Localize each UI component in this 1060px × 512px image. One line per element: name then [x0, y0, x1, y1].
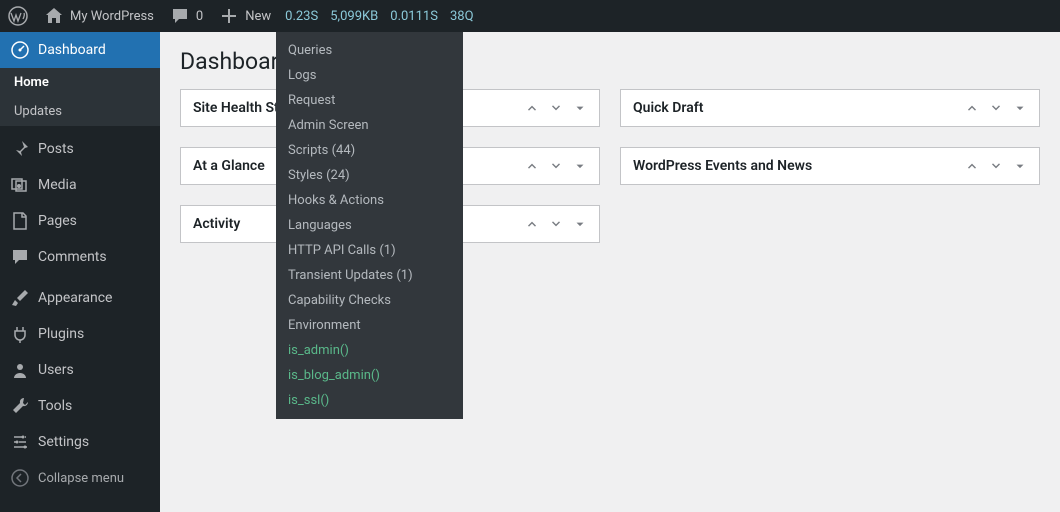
dropdown-item-hooks[interactable]: Hooks & Actions [276, 188, 463, 213]
admin-sidebar: Dashboard Home Updates Posts Media Pages… [0, 32, 160, 512]
sidebar-item-pages[interactable]: Pages [0, 203, 160, 239]
collapse-menu[interactable]: Collapse menu [0, 460, 160, 496]
sidebar-item-media[interactable]: Media [0, 167, 160, 203]
chevron-down-icon[interactable] [549, 101, 563, 115]
dropdown-item-is-admin[interactable]: is_admin() [276, 338, 463, 363]
widget-title: At a Glance [193, 158, 265, 174]
sidebar-item-comments[interactable]: Comments [0, 239, 160, 275]
site-name: My WordPress [70, 9, 154, 24]
chevron-up-icon[interactable] [525, 101, 539, 115]
widget-title: Quick Draft [633, 100, 703, 116]
caret-down-icon[interactable] [573, 101, 587, 115]
settings-icon [10, 432, 30, 452]
wrench-icon [10, 396, 30, 416]
dropdown-item-scripts[interactable]: Scripts (44) [276, 138, 463, 163]
chevron-down-icon[interactable] [549, 159, 563, 173]
dashboard-icon [10, 40, 30, 60]
stat-time[interactable]: 0.23S [279, 9, 324, 24]
widget-events: WordPress Events and News [620, 147, 1040, 185]
sidebar-item-posts[interactable]: Posts [0, 131, 160, 167]
sidebar-item-users[interactable]: Users [0, 352, 160, 388]
dropdown-item-is-ssl[interactable]: is_ssl() [276, 388, 463, 413]
wp-logo[interactable] [0, 0, 36, 32]
caret-down-icon[interactable] [573, 217, 587, 231]
comment-icon [10, 247, 30, 267]
dropdown-item-environment[interactable]: Environment [276, 313, 463, 338]
chevron-down-icon[interactable] [989, 101, 1003, 115]
chevron-up-icon[interactable] [965, 159, 979, 173]
dropdown-item-capability[interactable]: Capability Checks [276, 288, 463, 313]
sidebar-item-tools[interactable]: Tools [0, 388, 160, 424]
sidebar-item-dashboard[interactable]: Dashboard [0, 32, 160, 68]
chevron-up-icon[interactable] [965, 101, 979, 115]
stat-queries[interactable]: 38Q [444, 9, 480, 24]
chevron-down-icon[interactable] [549, 217, 563, 231]
chevron-up-icon[interactable] [525, 217, 539, 231]
plugin-icon [10, 324, 30, 344]
collapse-icon [10, 468, 30, 488]
dropdown-item-http[interactable]: HTTP API Calls (1) [276, 238, 463, 263]
site-link[interactable]: My WordPress [36, 0, 162, 32]
dropdown-item-is-blog-admin[interactable]: is_blog_admin() [276, 363, 463, 388]
caret-down-icon[interactable] [573, 159, 587, 173]
dropdown-item-queries[interactable]: Queries [276, 38, 463, 63]
dropdown-item-logs[interactable]: Logs [276, 63, 463, 88]
dropdown-item-request[interactable]: Request [276, 88, 463, 113]
brush-icon [10, 288, 30, 308]
dropdown-item-transient[interactable]: Transient Updates (1) [276, 263, 463, 288]
caret-down-icon[interactable] [1013, 159, 1027, 173]
sidebar-sub-updates[interactable]: Updates [0, 97, 160, 126]
sidebar-item-plugins[interactable]: Plugins [0, 316, 160, 352]
dropdown-item-admin-screen[interactable]: Admin Screen [276, 113, 463, 138]
widget-title: Activity [193, 216, 240, 232]
new-content[interactable]: New [211, 0, 279, 32]
dropdown-item-styles[interactable]: Styles (24) [276, 163, 463, 188]
comments-count: 0 [196, 9, 203, 24]
widget-title: WordPress Events and News [633, 158, 812, 174]
sidebar-item-settings[interactable]: Settings [0, 424, 160, 460]
sidebar-sub-home[interactable]: Home [0, 68, 160, 97]
chevron-up-icon[interactable] [525, 159, 539, 173]
new-label: New [245, 9, 271, 24]
chevron-down-icon[interactable] [989, 159, 1003, 173]
widget-quick-draft: Quick Draft [620, 89, 1040, 127]
admin-topbar: My WordPress 0 New 0.23S 5,099KB 0.0111S… [0, 0, 1060, 32]
stat-memory[interactable]: 5,099KB [324, 9, 384, 24]
media-icon [10, 175, 30, 195]
sidebar-item-appearance[interactable]: Appearance [0, 280, 160, 316]
comments-link[interactable]: 0 [162, 0, 211, 32]
query-monitor-dropdown: Queries Logs Request Admin Screen Script… [276, 32, 463, 419]
dropdown-item-languages[interactable]: Languages [276, 213, 463, 238]
user-icon [10, 360, 30, 380]
stat-db[interactable]: 0.0111S [384, 9, 444, 24]
page-icon [10, 211, 30, 231]
pin-icon [10, 139, 30, 159]
dashboard-label: Dashboard [38, 42, 106, 58]
caret-down-icon[interactable] [1013, 101, 1027, 115]
